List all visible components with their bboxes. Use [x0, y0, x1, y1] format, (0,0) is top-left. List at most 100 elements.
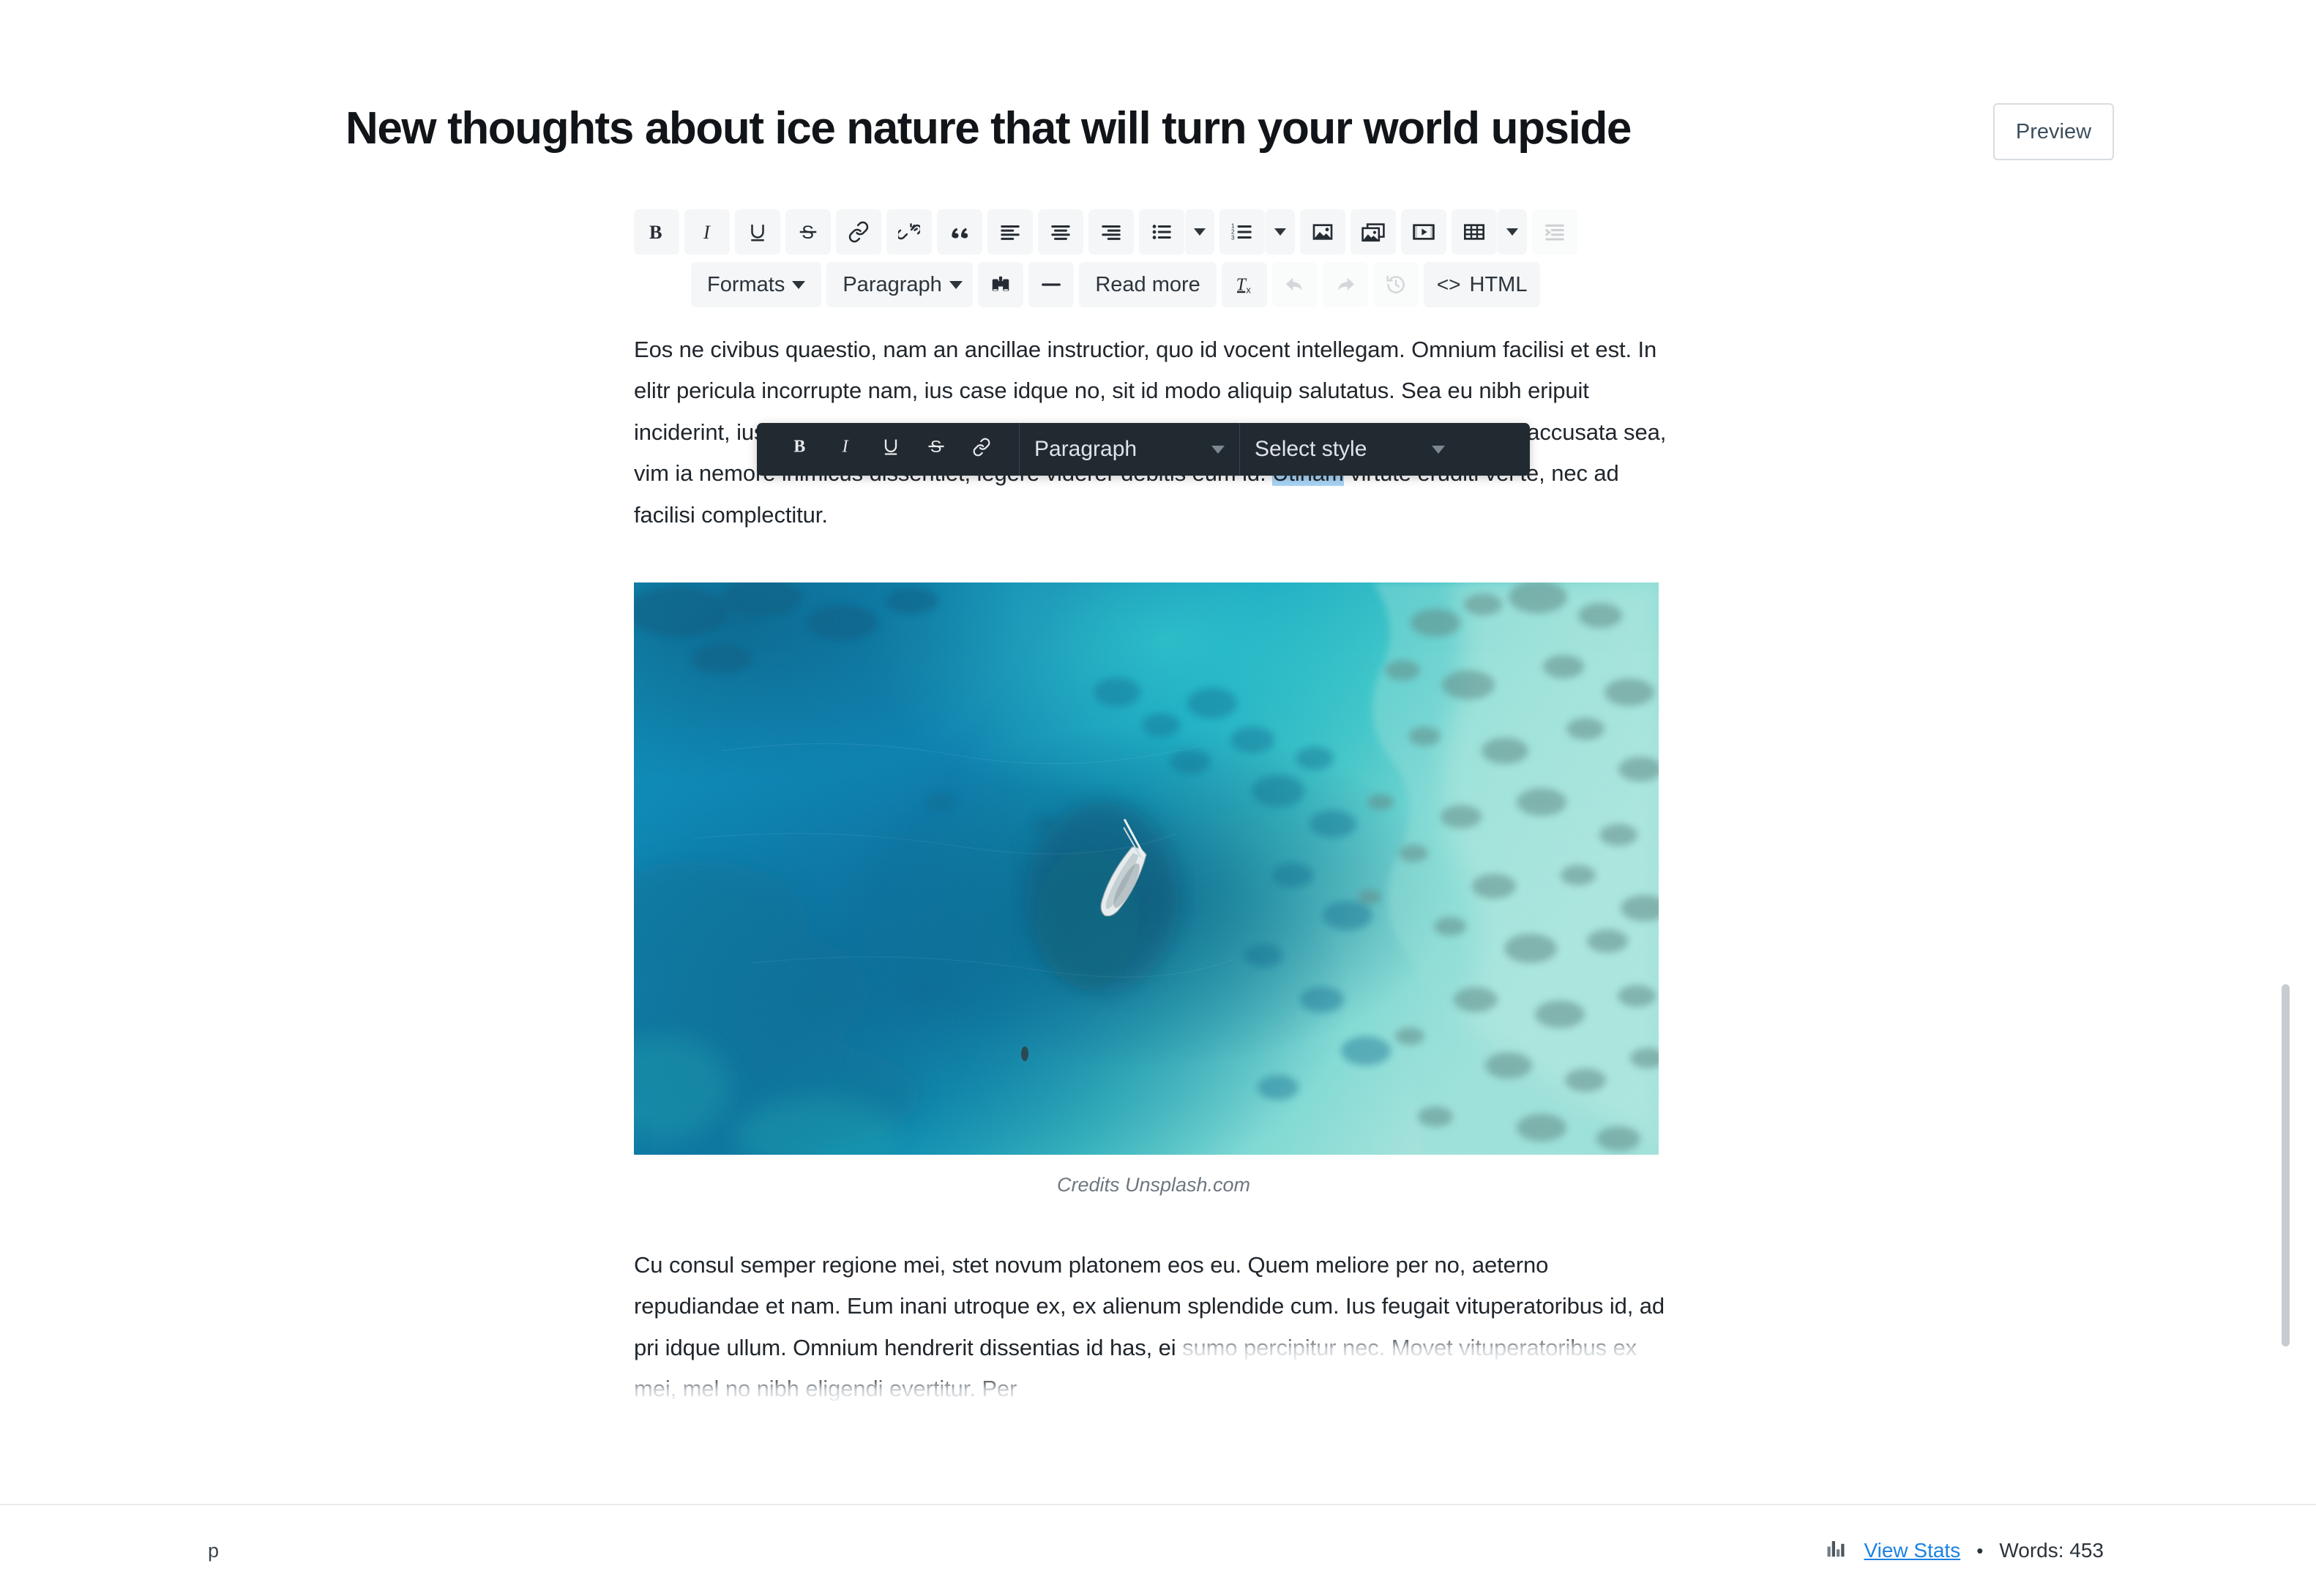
chevron-down-icon	[1506, 228, 1518, 236]
unlink-icon	[898, 221, 920, 243]
status-bar-right: View Stats • Words: 453	[1826, 1538, 2104, 1564]
align-right-icon	[1100, 221, 1122, 243]
preview-button[interactable]: Preview	[1993, 103, 2114, 160]
ocean-aerial-photo[interactable]	[634, 582, 1659, 1155]
revision-history-button[interactable]	[1372, 262, 1419, 307]
floating-underline-button[interactable]	[868, 427, 914, 472]
underline-button[interactable]	[735, 209, 780, 255]
italic-button[interactable]: I	[684, 209, 730, 255]
insert-image-button[interactable]	[1300, 209, 1345, 255]
editor-toolbar-row-2: Formats Paragraph Read more T x <> HTML	[634, 262, 1673, 307]
svg-text:B: B	[793, 438, 805, 457]
svg-text:I: I	[703, 222, 711, 243]
toolbar-divider	[1239, 423, 1240, 476]
strikethrough-icon: S	[797, 221, 819, 243]
formats-dropdown[interactable]: Formats	[691, 262, 822, 307]
quote-icon	[948, 220, 971, 244]
read-more-button[interactable]: Read more	[1079, 262, 1217, 307]
stats-bars-icon	[1826, 1538, 1848, 1564]
align-left-button[interactable]	[987, 209, 1033, 255]
page-scrollbar-thumb[interactable]	[2282, 984, 2290, 1346]
history-clock-icon	[1384, 274, 1408, 296]
chevron-down-icon	[1211, 445, 1225, 454]
find-replace-button[interactable]	[978, 262, 1024, 307]
horizontal-rule-button[interactable]	[1028, 262, 1075, 307]
strikethrough-button[interactable]: S	[785, 209, 831, 255]
insert-link-button[interactable]	[836, 209, 881, 255]
formats-dropdown-label: Formats	[707, 272, 785, 296]
svg-text:I: I	[842, 438, 849, 457]
floating-bold-button[interactable]: B	[777, 427, 823, 472]
floating-block-format-dropdown[interactable]: Paragraph	[1034, 423, 1225, 476]
bulleted-list-dropdown[interactable]	[1185, 209, 1214, 255]
content-fade-overlay	[0, 1453, 2316, 1504]
horizontal-rule-icon	[1040, 274, 1062, 296]
indent-button[interactable]	[1532, 209, 1577, 255]
blockquote-button[interactable]	[937, 209, 982, 255]
undo-icon	[1283, 274, 1307, 296]
redo-icon	[1334, 274, 1357, 296]
preview-button-label: Preview	[2015, 119, 2092, 143]
italic-icon: I	[836, 435, 855, 463]
numbered-list-dropdown[interactable]	[1266, 209, 1295, 255]
editor-toolbar-row-1: B I S 1 2 3	[634, 209, 1673, 255]
code-brackets-icon: <>	[1436, 273, 1461, 296]
clear-formatting-button[interactable]: T x	[1221, 262, 1267, 307]
word-count: Words: 453	[1999, 1539, 2104, 1562]
element-path-indicator[interactable]: p	[208, 1540, 219, 1562]
page-title: New thoughts about ice nature that will …	[345, 103, 1632, 154]
video-icon	[1412, 221, 1435, 243]
insert-gallery-button[interactable]	[1351, 209, 1396, 255]
align-right-button[interactable]	[1088, 209, 1134, 255]
bold-icon: B	[646, 221, 668, 243]
numbered-list-button[interactable]: 1 2 3	[1219, 209, 1265, 255]
floating-select-style-dropdown[interactable]: Select style	[1255, 423, 1445, 476]
figure-caption: Credits Unsplash.com	[1056, 1174, 1251, 1196]
view-stats-link[interactable]: View Stats	[1864, 1539, 1960, 1562]
floating-select-style-label: Select style	[1255, 437, 1367, 461]
link-icon	[848, 221, 870, 243]
underline-icon	[747, 221, 769, 243]
image-icon	[1311, 220, 1334, 244]
chevron-down-icon	[1194, 228, 1206, 236]
indent-icon	[1544, 221, 1566, 243]
bold-button[interactable]: B	[634, 209, 679, 255]
post-body-bottom[interactable]: Cu consul semper regione mei, stet novum…	[634, 1245, 1673, 1410]
svg-text:3: 3	[1231, 235, 1235, 241]
bold-icon: B	[791, 435, 810, 463]
html-toggle-label: HTML	[1469, 272, 1528, 296]
floating-block-format-label: Paragraph	[1034, 437, 1138, 461]
underline-icon	[881, 436, 901, 462]
align-center-button[interactable]	[1038, 209, 1083, 255]
bulleted-list-icon	[1151, 221, 1173, 243]
status-separator: •	[1976, 1539, 1984, 1562]
post-figure[interactable]: Credits Unsplash.com	[634, 582, 1673, 1196]
paragraph-2[interactable]: Cu consul semper regione mei, stet novum…	[634, 1245, 1673, 1410]
svg-text:B: B	[649, 222, 662, 243]
chevron-down-icon	[1432, 445, 1445, 454]
remove-link-button[interactable]	[886, 209, 932, 255]
bulleted-list-button[interactable]	[1139, 209, 1184, 255]
undo-button[interactable]	[1271, 262, 1318, 307]
editor-status-bar: p View Stats • Words: 453	[0, 1504, 2316, 1596]
clear-formatting-icon: T x	[1233, 274, 1255, 296]
block-format-label: Paragraph	[843, 272, 942, 296]
block-format-dropdown[interactable]: Paragraph	[826, 262, 974, 307]
redo-button[interactable]	[1322, 262, 1368, 307]
align-center-icon	[1050, 221, 1072, 243]
insert-table-button[interactable]	[1452, 209, 1497, 255]
table-dropdown[interactable]	[1498, 209, 1527, 255]
binoculars-icon	[990, 274, 1012, 296]
italic-icon: I	[696, 221, 718, 243]
toolbar-divider	[1019, 423, 1020, 476]
strikethrough-icon: S	[926, 436, 946, 462]
insert-video-button[interactable]	[1401, 209, 1446, 255]
align-left-icon	[999, 221, 1021, 243]
floating-strikethrough-button[interactable]: S	[914, 427, 959, 472]
read-more-label: Read more	[1095, 272, 1200, 296]
floating-link-button[interactable]	[959, 427, 1004, 472]
svg-text:x: x	[1246, 285, 1251, 295]
floating-italic-button[interactable]: I	[823, 427, 868, 472]
html-toggle-button[interactable]: <> HTML	[1423, 262, 1541, 307]
numbered-list-icon: 1 2 3	[1231, 221, 1253, 243]
